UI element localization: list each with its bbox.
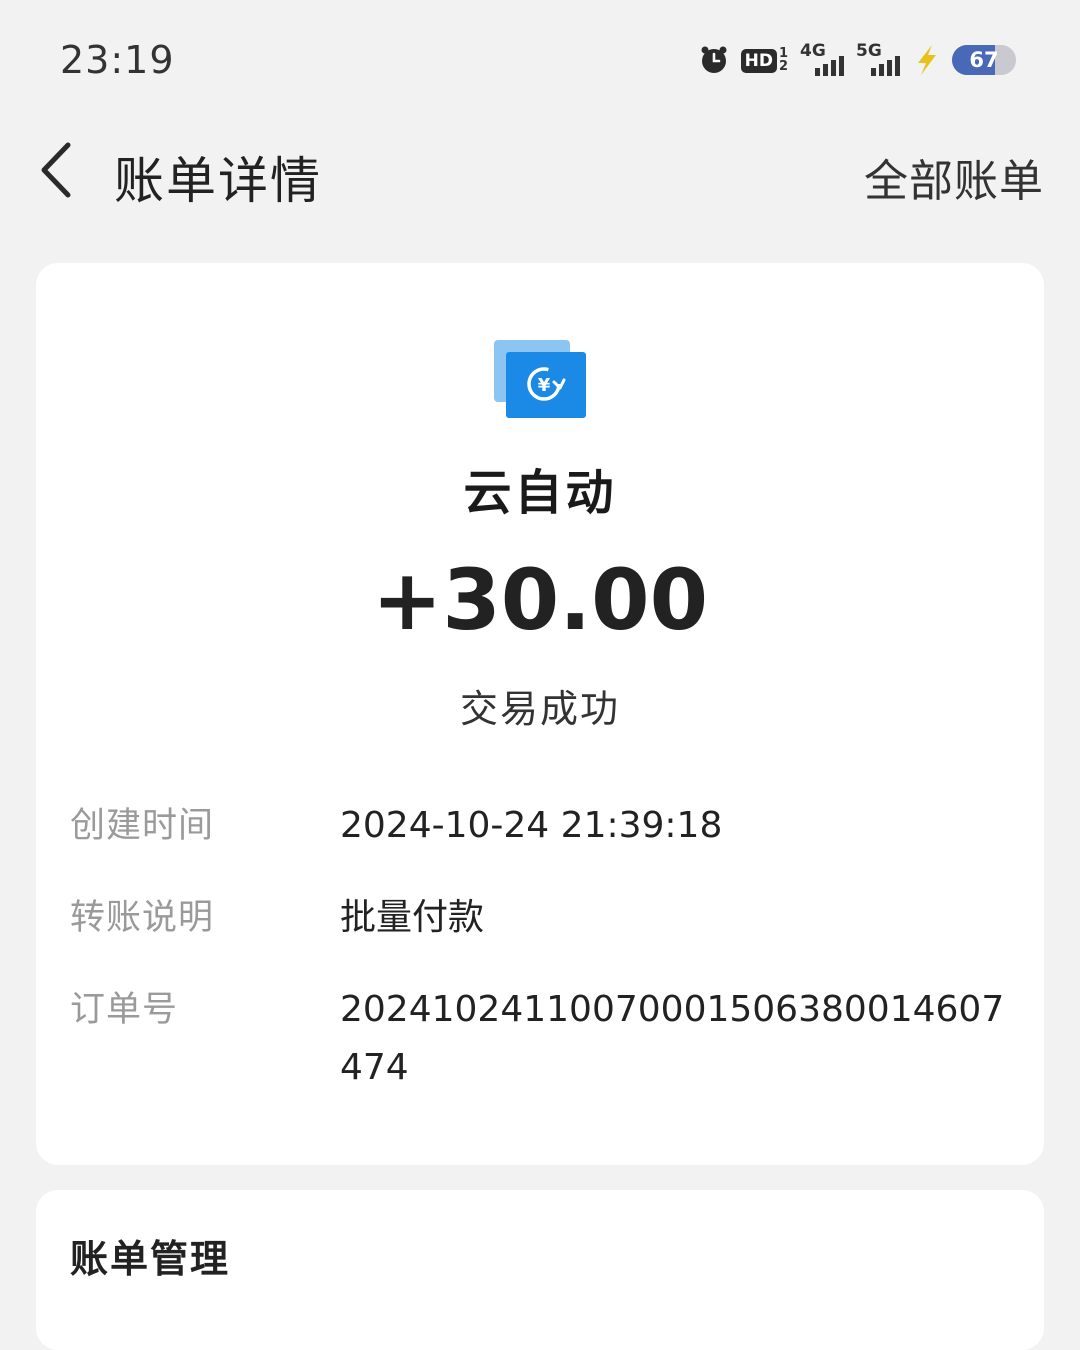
hd-sub-bottom: 2 [778, 59, 788, 74]
detail-label: 创建时间 [70, 806, 215, 846]
transaction-status: 交易成功 [459, 687, 620, 731]
battery-icon: 67 [952, 45, 1016, 75]
hd-voice-icon: HD 1 2 [740, 47, 788, 74]
svg-text:¥: ¥ [538, 375, 551, 396]
battery-level: 67 [969, 48, 999, 72]
chevron-left-icon [41, 142, 71, 198]
transaction-amount: +30.00 [371, 551, 709, 649]
all-bills-link[interactable]: 全部账单 [864, 145, 1044, 209]
hd-label: HD [740, 49, 777, 73]
signal-4g-icon: 4G [800, 42, 844, 78]
nav-bar: 账单详情 全部账单 [0, 115, 1080, 240]
yuan-refund-icon: ¥ [494, 340, 586, 418]
detail-row-transfer-note: 转账说明 批量付款 [70, 889, 1010, 947]
status-icons: HD 1 2 4G 5G 67 [699, 40, 1016, 80]
status-time: 23:19 [60, 38, 175, 82]
alarm-icon [701, 46, 727, 73]
detail-value: 批量付款 [340, 897, 485, 938]
back-button[interactable] [30, 135, 90, 205]
bill-detail-card: ¥ 云自动 +30.00 交易成功 创建时间 2024-10-24 21:39:… [36, 263, 1044, 1165]
page-title: 账单详情 [114, 152, 322, 210]
detail-row-order-number: 订单号 20241024110070001506380014607474 [70, 981, 1010, 1097]
detail-row-created-time: 创建时间 2024-10-24 21:39:18 [70, 797, 1010, 855]
status-bar: 23:19 HD 1 2 4G 5G 67 [0, 0, 1080, 115]
order-number-value[interactable]: 20241024110070001506380014607474 [340, 981, 1010, 1097]
detail-value: 2024-10-24 21:39:18 [340, 805, 723, 846]
detail-label: 转账说明 [70, 898, 215, 938]
merchant-name: 云自动 [463, 465, 617, 521]
signal-5g-icon: 5G [856, 42, 900, 78]
charging-bolt-icon [918, 45, 936, 75]
bill-management-card: 账单管理 [36, 1190, 1044, 1350]
detail-label: 订单号 [70, 990, 179, 1030]
bill-management-title: 账单管理 [70, 1237, 231, 1281]
